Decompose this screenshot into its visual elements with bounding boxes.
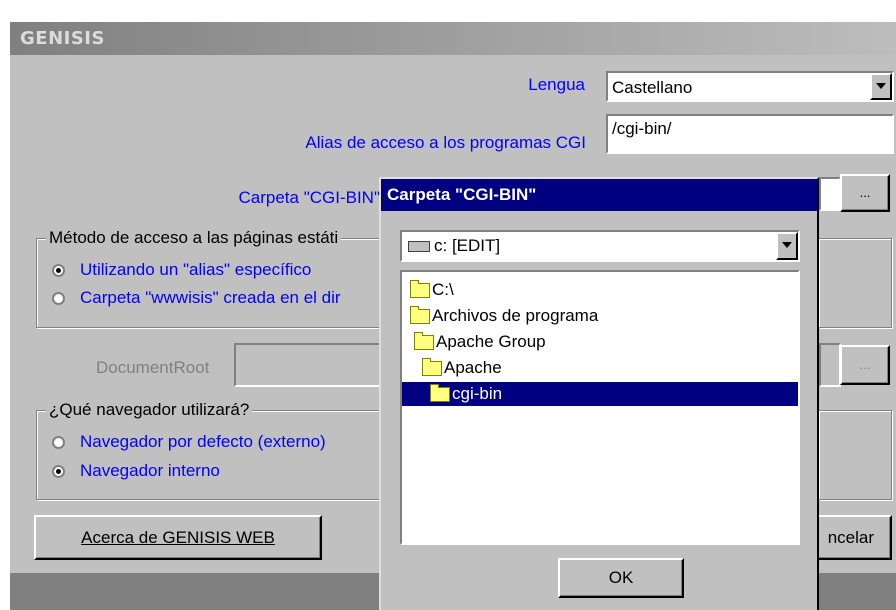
cgi-alias-input[interactable]: /cgi-bin/ bbox=[606, 114, 894, 154]
ok-button[interactable]: OK bbox=[558, 558, 684, 598]
drive-chevron-down-icon[interactable] bbox=[776, 232, 798, 260]
access-method-group bbox=[36, 238, 388, 328]
browser-group bbox=[36, 410, 388, 500]
dialog-title-bar[interactable]: Carpeta "CGI-BIN" bbox=[381, 179, 817, 211]
folder-open-icon bbox=[422, 358, 442, 377]
tree-node-apache[interactable]: Apache bbox=[422, 356, 502, 380]
document-root-input-right bbox=[819, 343, 841, 387]
about-button[interactable]: Acerca de GENISIS WEB bbox=[34, 515, 322, 560]
folder-open-icon bbox=[414, 332, 434, 351]
document-root-browse-button[interactable]: ... bbox=[840, 345, 890, 385]
language-label: Lengua bbox=[528, 75, 585, 94]
browser-group-right bbox=[819, 410, 892, 500]
language-select[interactable]: Castellano bbox=[606, 71, 894, 102]
radio-alias[interactable] bbox=[52, 264, 65, 277]
dialog-title: Carpeta "CGI-BIN" bbox=[387, 185, 537, 204]
cgi-folder-input[interactable] bbox=[819, 177, 841, 211]
browser-legend: ¿Qué navegador utilizará? bbox=[46, 400, 253, 420]
folder-open-icon bbox=[410, 280, 430, 299]
radio-internal-browser[interactable] bbox=[52, 465, 65, 478]
radio-default-browser[interactable] bbox=[52, 436, 65, 449]
radio-folder[interactable] bbox=[52, 292, 65, 305]
drive-select[interactable]: c: [EDIT] bbox=[400, 230, 800, 262]
cancel-button-label: ncelar bbox=[827, 528, 874, 547]
folder-open-icon bbox=[410, 306, 430, 325]
folder-open-icon bbox=[430, 384, 450, 403]
main-title-bar[interactable]: GENISIS bbox=[10, 22, 896, 55]
about-button-label: Acerca de GENISIS WEB bbox=[81, 528, 275, 547]
document-root-input[interactable] bbox=[234, 343, 384, 387]
tree-node-archivos[interactable]: Archivos de programa bbox=[410, 304, 598, 328]
tree-node-root[interactable]: C:\ bbox=[410, 278, 454, 302]
cgi-alias-label: Alias de acceso a los programas CGI bbox=[305, 133, 586, 152]
access-method-group-right bbox=[819, 238, 892, 328]
tree-node-cgi-bin[interactable]: cgi-bin bbox=[402, 382, 798, 406]
tree-node-apache-group[interactable]: Apache Group bbox=[414, 330, 546, 354]
folder-tree[interactable]: C:\ Archivos de programa Apache Group Ap… bbox=[400, 270, 800, 545]
cancel-button[interactable]: ncelar bbox=[810, 515, 892, 560]
cgi-folder-browse-button[interactable]: ... bbox=[840, 174, 890, 212]
chevron-down-icon[interactable] bbox=[870, 73, 892, 100]
main-title: GENISIS bbox=[20, 28, 105, 49]
drive-icon bbox=[408, 241, 430, 253]
cgi-folder-label: Carpeta "CGI-BIN" bbox=[238, 188, 381, 207]
document-root-label: DocumentRoot bbox=[96, 358, 210, 377]
access-method-legend: Método de acceso a las páginas estáti bbox=[46, 228, 342, 248]
